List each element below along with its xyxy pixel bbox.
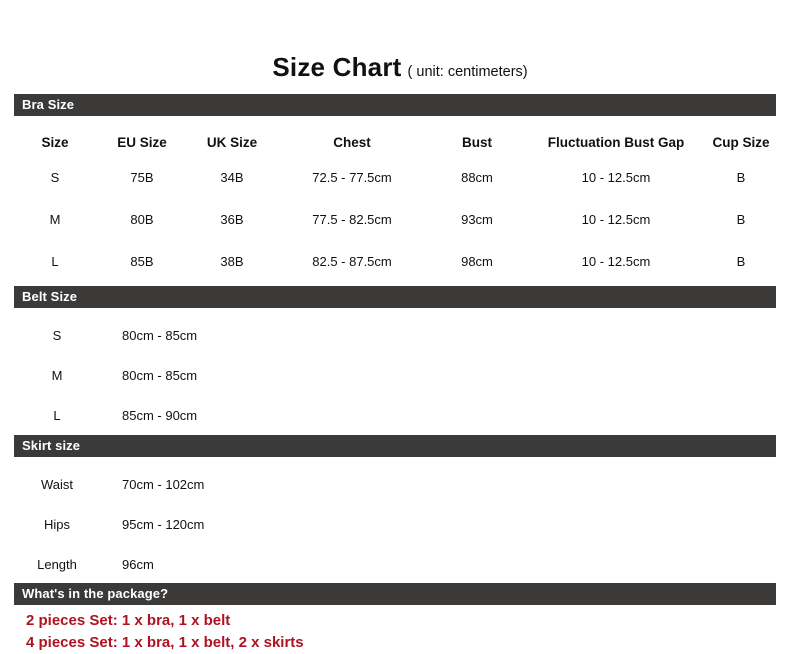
skirt-row-value: 96cm (122, 557, 154, 572)
table-header-row: Size EU Size UK Size Chest Bust Fluctuat… (14, 128, 776, 156)
cell-uk-size: 38B (220, 253, 244, 269)
cell-chest: 72.5 - 77.5cm (312, 169, 392, 185)
cell-uk-size: 34B (220, 169, 244, 185)
belt-row-value: 80cm - 85cm (122, 368, 198, 383)
page-title: Size Chart ( unit: centimeters) (0, 52, 800, 83)
cell-size: L (51, 253, 59, 269)
column-header-uk-size: UK Size (206, 134, 258, 150)
list-item: Hips 95cm - 120cm (14, 505, 414, 545)
cell-chest: 82.5 - 87.5cm (312, 253, 392, 269)
table-row: S 75B 34B 72.5 - 77.5cm 88cm 10 - 12.5cm… (14, 156, 776, 198)
package-line: 2 pieces Set: 1 x bra, 1 x belt (26, 612, 231, 629)
skirt-size-list: Waist 70cm - 102cm Hips 95cm - 120cm Lengt… (14, 465, 414, 585)
bra-size-table: Size EU Size UK Size Chest Bust Fluctuat… (14, 128, 776, 282)
list-item: L 85cm - 90cm (14, 396, 414, 436)
cell-eu-size: 85B (130, 253, 154, 269)
page-title-main: Size Chart (272, 52, 402, 82)
skirt-row-label: Hips (43, 517, 70, 532)
cell-bust: 88cm (461, 169, 493, 185)
skirt-row-label: Length (37, 557, 77, 572)
list-item: Length 96cm (14, 545, 414, 585)
table-row: L 85B 38B 82.5 - 87.5cm 98cm 10 - 12.5cm… (14, 240, 776, 282)
cell-bust: 98cm (461, 253, 493, 269)
table-row: M 80B 36B 77.5 - 82.5cm 93cm 10 - 12.5cm… (14, 198, 776, 240)
list-item: Waist 70cm - 102cm (14, 465, 414, 505)
cell-eu-size: 75B (130, 169, 154, 185)
package-contents-list: 2 pieces Set: 1 x bra, 1 x belt 4 pieces… (26, 610, 766, 654)
section-header-skirt: Skirt size (14, 435, 776, 457)
column-header-chest: Chest (333, 134, 371, 150)
cell-uk-size: 36B (220, 211, 244, 227)
cell-bust: 93cm (461, 211, 493, 227)
page-title-unit: ( unit: centimeters) (407, 64, 528, 80)
belt-row-label: L (53, 408, 61, 423)
column-header-size: Size (41, 134, 69, 150)
belt-row-value: 85cm - 90cm (122, 408, 198, 423)
size-chart-page: Size Chart( unit: centimeters) Bra Size … (0, 0, 800, 652)
belt-size-list: S 80cm - 85cm M 80cm - 85cm L 85cm - 90cm (14, 316, 414, 436)
cell-eu-size: 80B (130, 211, 154, 227)
skirt-row-value: 95cm - 120cm (122, 517, 205, 532)
cell-cup-size: B (736, 211, 746, 227)
column-header-fluctuation-bust-gap: Fluctuation Bust Gap (547, 134, 685, 150)
belt-row-label: M (51, 368, 63, 383)
belt-row-value: 80cm - 85cm (122, 328, 198, 343)
cell-size: S (50, 169, 60, 185)
cell-cup-size: B (736, 169, 746, 185)
cell-fluctuation-bust-gap: 10 - 12.5cm (581, 253, 651, 269)
cell-cup-size: B (736, 253, 746, 269)
belt-row-label: S (52, 328, 62, 343)
cell-chest: 77.5 - 82.5cm (312, 211, 392, 227)
package-line: 4 pieces Set: 1 x bra, 1 x belt, 2 x ski… (26, 634, 304, 651)
cell-fluctuation-bust-gap: 10 - 12.5cm (581, 211, 651, 227)
section-header-package: What's in the package? (14, 583, 776, 605)
skirt-row-label: Waist (40, 477, 74, 492)
column-header-bust: Bust (462, 134, 492, 150)
skirt-row-value: 70cm - 102cm (122, 477, 205, 492)
list-item: S 80cm - 85cm (14, 316, 414, 356)
section-header-bra: Bra Size (14, 94, 776, 116)
list-item: M 80cm - 85cm (14, 356, 414, 396)
cell-fluctuation-bust-gap: 10 - 12.5cm (581, 169, 651, 185)
cell-size: M (49, 211, 61, 227)
column-header-eu-size: EU Size (117, 134, 167, 150)
section-header-belt: Belt Size (14, 286, 776, 308)
column-header-cup-size: Cup Size (712, 134, 770, 150)
